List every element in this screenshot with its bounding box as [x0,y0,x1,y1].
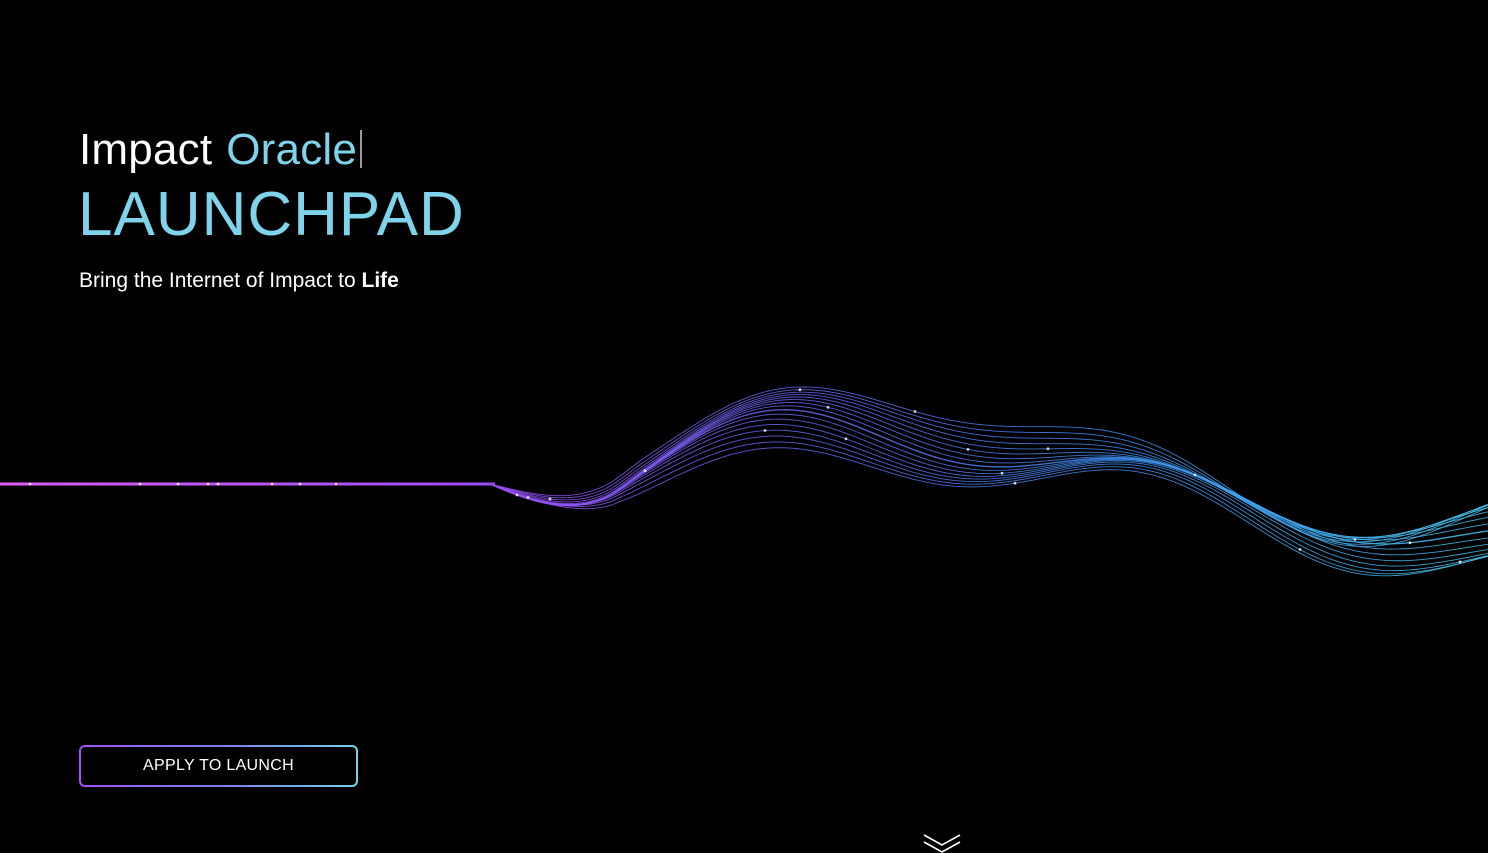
wave-particle [526,496,530,499]
wave-particle [515,493,519,497]
launchpad-heading: LAUNCHPAD [78,180,465,249]
wave-particle [826,405,830,409]
wave-particle [1000,471,1004,475]
wave-particle [1408,541,1412,545]
wave-particle [844,437,848,441]
apply-to-launch-label: APPLY TO LAUNCH [81,747,356,785]
wave-line [0,409,1488,545]
wave-particle [270,482,274,486]
hero-title: Impact Oracle [79,124,363,176]
wave-particle [28,482,32,486]
wave-line [0,401,1488,539]
title-word-impact: Impact [79,125,213,174]
wave-particles [28,388,1462,564]
wave-particle [138,482,142,486]
wave-line [0,396,1488,539]
wave-particle [643,469,647,473]
wave-line [0,435,1488,572]
wave-particle [966,448,970,451]
wave-particle [548,497,552,501]
wave-particle [1046,447,1050,451]
wave-particle [1298,548,1302,551]
wave-particle [798,388,802,392]
wave-line [0,441,1488,575]
wave-particle [763,429,767,432]
wave-particle [216,482,220,486]
title-word-oracle: Oracle [226,125,358,174]
wave-particle [1013,481,1017,485]
wave-lines [0,386,1488,577]
wave-line [0,391,1488,543]
wave-particle [334,482,338,486]
wave-particle [298,482,302,486]
wave-graphic [0,386,1488,577]
wave-particle [176,482,180,486]
hero-tagline: Bring the Internet of Impact to Life [79,267,399,295]
wave-particle [1458,560,1462,564]
wave-particle [1353,538,1357,541]
double-chevron-down-icon[interactable] [921,832,963,853]
tagline-text: Bring the Internet of Impact to [79,269,362,292]
apply-to-launch-button[interactable]: APPLY TO LAUNCH [79,745,358,787]
tagline-emphasis: Life [361,269,399,292]
hero-section: Impact Oracle LAUNCHPAD Bring the Interne… [0,0,1488,853]
wave-line [0,429,1488,567]
wave-particle [1193,473,1197,477]
wave-particle [913,410,917,413]
wave-particle [206,482,210,486]
typing-cursor [360,130,363,168]
